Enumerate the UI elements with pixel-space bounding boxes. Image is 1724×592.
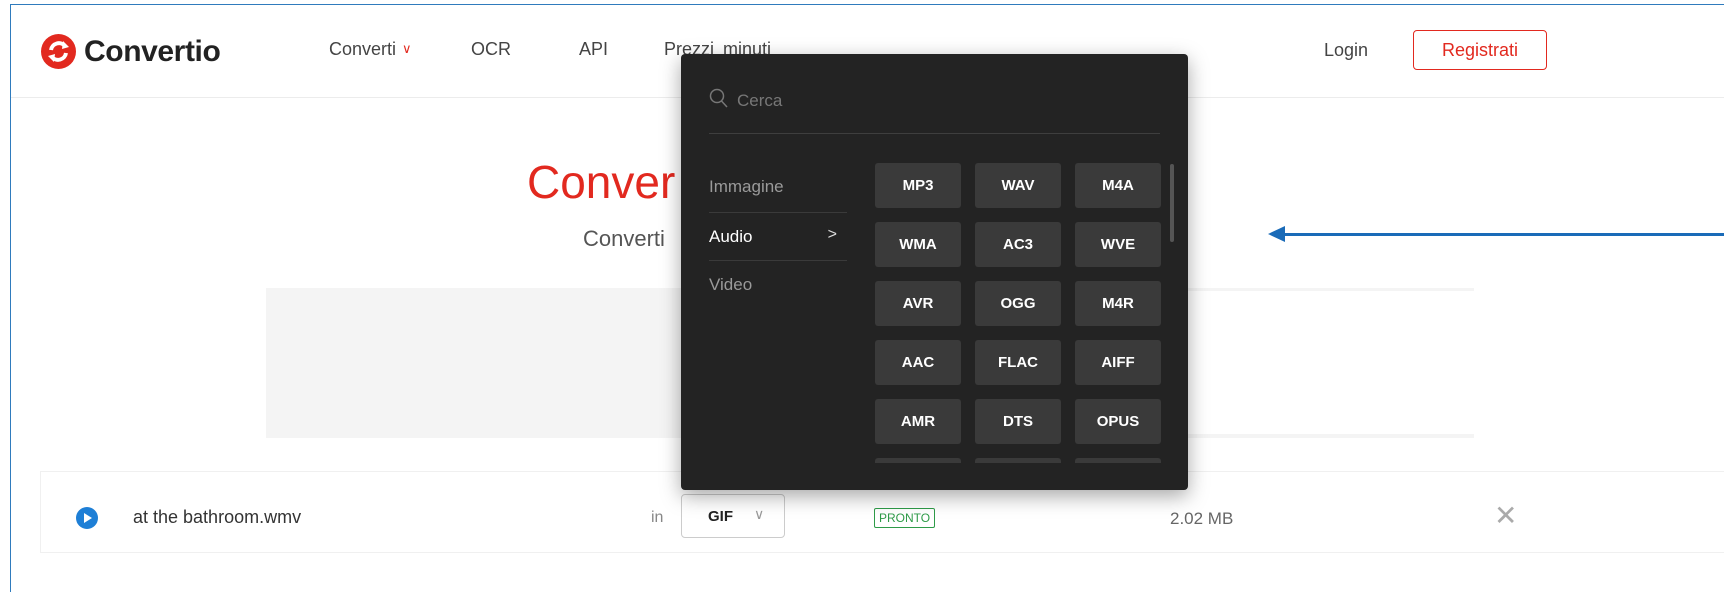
format-option[interactable]: DTS bbox=[975, 399, 1061, 444]
in-label: in bbox=[651, 509, 664, 526]
format-option[interactable]: AIFF bbox=[1075, 340, 1161, 385]
format-option[interactable]: M4A bbox=[1075, 163, 1161, 208]
status-badge: PRONTO bbox=[874, 508, 936, 528]
logo[interactable]: Convertio bbox=[41, 34, 221, 69]
format-search-input[interactable] bbox=[737, 88, 1137, 114]
format-option[interactable]: WAV bbox=[975, 163, 1061, 208]
category-label: Immagine bbox=[709, 177, 784, 196]
format-option[interactable]: OPUS bbox=[1075, 399, 1161, 444]
file-name: at the bathroom.wmv bbox=[133, 507, 302, 527]
format-option[interactable]: MP3 bbox=[875, 163, 961, 208]
search-icon bbox=[709, 88, 728, 108]
close-icon[interactable]: ✕ bbox=[1494, 502, 1517, 530]
format-option-cut-off[interactable] bbox=[1075, 458, 1161, 463]
hero-subtitle: Converti bbox=[583, 226, 665, 251]
format-search bbox=[709, 88, 1160, 134]
nav-converti[interactable]: Converti ∨ bbox=[329, 39, 412, 60]
format-option-cut-off[interactable] bbox=[975, 458, 1061, 463]
logo-text: Convertio bbox=[84, 34, 221, 68]
category-immagine[interactable]: Immagine bbox=[709, 163, 847, 212]
format-select-value: GIF bbox=[708, 508, 733, 525]
chevron-down-icon: ∨ bbox=[754, 506, 765, 522]
dropdown-scrollbar[interactable] bbox=[1170, 164, 1174, 242]
nav-converti-label: Converti bbox=[329, 39, 397, 59]
format-option[interactable]: AMR bbox=[875, 399, 961, 444]
format-option[interactable]: OGG bbox=[975, 281, 1061, 326]
format-select[interactable]: GIF ∨ bbox=[681, 494, 785, 538]
file-size: 2.02 MB bbox=[1170, 509, 1234, 528]
chevron-down-icon: ∨ bbox=[402, 41, 412, 56]
category-video[interactable]: Video bbox=[709, 261, 847, 310]
register-button[interactable]: Registrati bbox=[1413, 30, 1547, 70]
hero-title: Conver bbox=[527, 156, 676, 208]
format-dropdown: Immagine Audio > Video MP3 WAV M4A WMA AC3 WV… bbox=[681, 54, 1188, 490]
nav-ocr[interactable]: OCR bbox=[471, 39, 511, 60]
logo-icon bbox=[41, 34, 76, 69]
category-label: Audio bbox=[709, 227, 753, 246]
format-option[interactable]: WMA bbox=[875, 222, 961, 267]
format-option[interactable]: M4R bbox=[1075, 281, 1161, 326]
nav-api[interactable]: API bbox=[579, 39, 608, 60]
category-label: Video bbox=[709, 275, 753, 294]
page-frame: Convertio Converti ∨ OCR API Prezzi minut… bbox=[10, 4, 1724, 592]
format-option[interactable]: WVE bbox=[1075, 222, 1161, 267]
format-option-cut-off[interactable] bbox=[875, 458, 961, 463]
category-list: Immagine Audio > Video bbox=[709, 163, 847, 310]
format-grid: MP3 WAV M4A WMA AC3 WVE AVR OGG M4R AAC FLAC AIFF AM… bbox=[875, 163, 1165, 463]
format-option[interactable]: FLAC bbox=[975, 340, 1061, 385]
play-icon[interactable] bbox=[76, 507, 98, 529]
upload-area-edge bbox=[1185, 291, 1475, 434]
login-link[interactable]: Login bbox=[1324, 40, 1368, 61]
arrow-annotation-head bbox=[1268, 226, 1285, 242]
format-option[interactable]: AC3 bbox=[975, 222, 1061, 267]
chevron-right-icon: > bbox=[827, 226, 837, 243]
arrow-annotation bbox=[1284, 233, 1724, 236]
category-audio[interactable]: Audio > bbox=[709, 212, 847, 261]
format-option[interactable]: AAC bbox=[875, 340, 961, 385]
format-option[interactable]: AVR bbox=[875, 281, 961, 326]
